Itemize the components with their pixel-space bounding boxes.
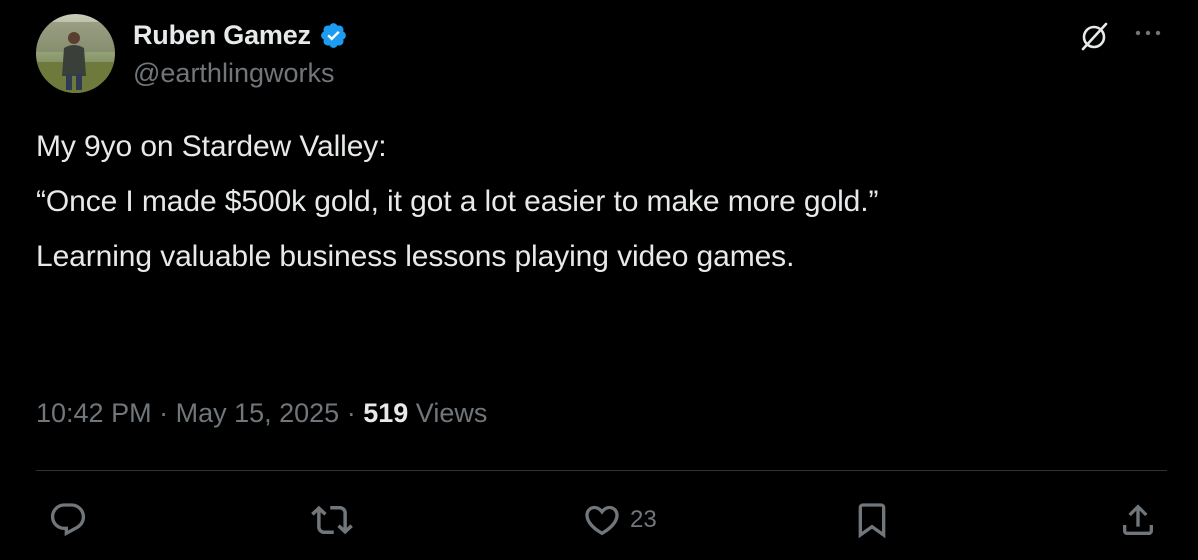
like-count: 23	[630, 506, 657, 533]
avatar-photo	[36, 14, 115, 93]
tweet-meta: 10:42 PM · May 15, 2025 · 519 Views	[36, 398, 487, 429]
tweet-line: “Once I made $500k gold, it got a lot ea…	[36, 185, 879, 218]
author-name-row: Ruben Gamez	[133, 18, 348, 52]
tweet-text: My 9yo on Stardew Valley: “Once I made $…	[36, 128, 1156, 276]
like-button[interactable]: 23	[582, 500, 657, 540]
tweet-line: My 9yo on Stardew Valley:	[36, 130, 387, 163]
repost-icon	[311, 505, 353, 535]
verified-badge-icon[interactable]	[319, 21, 348, 50]
repost-button[interactable]	[311, 500, 361, 540]
tweet-date[interactable]: May 15, 2025	[176, 398, 340, 428]
author-avatar[interactable]	[36, 14, 115, 93]
share-icon	[1123, 504, 1153, 535]
grok-icon[interactable]	[1077, 20, 1111, 54]
reply-button[interactable]	[48, 500, 96, 540]
meta-separator: ·	[159, 398, 176, 428]
views-count: 519	[363, 398, 409, 428]
meta-separator: ·	[346, 398, 364, 428]
author-handle[interactable]: @earthlingworks	[133, 58, 335, 89]
author-name[interactable]: Ruben Gamez	[133, 20, 311, 51]
tweet-line: Learning valuable business lessons playi…	[36, 240, 795, 273]
tweet-card: Ruben Gamez @earthlingworks My 9yo on St…	[0, 0, 1198, 560]
more-dots-icon[interactable]	[1131, 22, 1165, 50]
bookmark-icon	[858, 503, 886, 539]
bookmark-button[interactable]	[852, 500, 892, 540]
reply-icon	[50, 503, 86, 537]
heart-icon	[585, 505, 619, 536]
divider	[36, 470, 1167, 471]
views-label: Views	[415, 398, 488, 428]
share-button[interactable]	[1118, 500, 1158, 540]
tweet-time[interactable]: 10:42 PM	[36, 398, 152, 428]
